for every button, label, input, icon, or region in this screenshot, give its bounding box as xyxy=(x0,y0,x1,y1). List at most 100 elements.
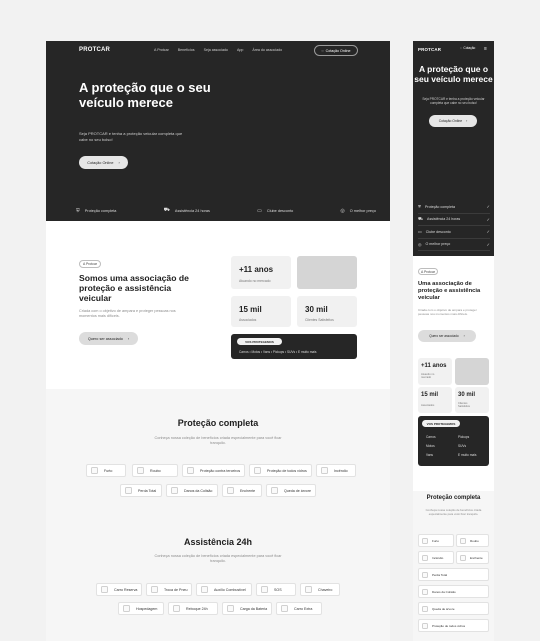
benefit-label: Proteção de todos vidros xyxy=(432,623,466,628)
assistance-chip[interactable]: SOS xyxy=(256,583,296,596)
assistance-chip[interactable]: Hospedagem xyxy=(118,602,164,615)
benefit-icon xyxy=(91,467,98,474)
hero-features: ⛨ Proteção completa ⛟ Assistência 24 horas… xyxy=(76,207,376,214)
benefit-chip[interactable]: Queda de árvore xyxy=(266,484,316,497)
nav-link-area-associado[interactable]: Área do associado xyxy=(252,48,282,52)
mobile-logo[interactable]: PROTCAR xyxy=(418,47,441,52)
check-icon: ✓ xyxy=(486,229,490,235)
benefit-chip[interactable]: Proteção de todos vidros xyxy=(249,464,312,477)
assistance-chip[interactable]: Carga da Bateria xyxy=(222,602,272,615)
mobile-hero-quote-label: Cotação Online xyxy=(438,119,463,123)
arrow-right-icon: › xyxy=(463,334,465,338)
nav-link-a-protcar[interactable]: A Protcar xyxy=(154,48,169,52)
assistance-icon xyxy=(261,586,268,593)
assistance-chip[interactable]: Chaveiro xyxy=(300,583,340,596)
benefit-chip[interactable]: Perda Total xyxy=(120,484,162,497)
benefit-icon xyxy=(422,554,428,561)
benefit-label: Danos da Colisão xyxy=(432,589,456,594)
quote-online-button[interactable]: ◌ Cotação Online xyxy=(314,45,358,56)
benefit-chip[interactable]: Danos da Colisão xyxy=(166,484,218,497)
mobile-benefit-chip[interactable]: Furto xyxy=(418,534,454,547)
hero-title: A proteção que o seu veículo merece xyxy=(79,80,211,110)
assistance-label: Carro Extra xyxy=(294,606,313,611)
mobile-hero-quote-button[interactable]: Cotação Online › xyxy=(429,115,477,127)
protect-items: Carros • Motos • Vans • Pickups • SUVs •… xyxy=(239,350,317,354)
menu-icon[interactable]: ≡ xyxy=(484,46,487,52)
mobile-quote-button[interactable]: ◌ Cotação xyxy=(460,46,475,50)
mobile-benefit-chip[interactable]: Incêndio xyxy=(418,551,454,564)
mobile-benefit-chip[interactable]: Proteção de todos vidros xyxy=(418,619,489,632)
benefit-chip[interactable]: Furto xyxy=(86,464,126,477)
mobile-feature-item: ⛨ Proteção completa ✓ xyxy=(418,201,490,214)
about-text: Criada com o objetivo de ampara e proteg… xyxy=(79,309,176,318)
benefit-icon xyxy=(460,554,466,561)
benefit-icon xyxy=(422,571,428,578)
assistance-icon xyxy=(101,586,108,593)
feature-label: Clube desconto xyxy=(266,208,294,213)
benefit-label: Roubo xyxy=(150,468,161,473)
stat-value: 15 mil xyxy=(239,305,262,314)
nav-link-app[interactable]: App xyxy=(237,48,243,52)
assistance-label: Auxílio Combustível xyxy=(214,587,246,592)
assistance-chip[interactable]: Carro Extra xyxy=(276,602,322,615)
nav-link-beneficios[interactable]: Benefícios xyxy=(178,48,195,52)
assistance-icon xyxy=(227,605,234,612)
benefit-chip[interactable]: Enchente xyxy=(222,484,262,497)
benefit-icon xyxy=(422,622,428,629)
mobile-benefit-chip[interactable]: Danos da Colisão xyxy=(418,585,489,598)
assistance-chip[interactable]: Reboque 24h xyxy=(168,602,218,615)
quote-online-label: Cotação Online xyxy=(325,48,351,53)
benefit-chip[interactable]: Roubo xyxy=(132,464,178,477)
assistance-chip[interactable]: Troca de Pneu xyxy=(146,583,192,596)
benefit-icon xyxy=(137,467,144,474)
mobile-benefit-chip[interactable]: Queda de árvore xyxy=(418,602,489,615)
hero-quote-button[interactable]: Cotação Online › xyxy=(79,156,128,169)
benefit-label: Danos da Colisão xyxy=(184,488,213,493)
shield-icon: ⛨ xyxy=(76,207,80,214)
mobile-frame: PROTCAR ◌ Cotação ≡ A proteção que o seu… xyxy=(413,41,494,641)
assistance-icon xyxy=(173,605,180,612)
assistance-icon xyxy=(305,586,312,593)
mobile-become-member-button[interactable]: Quero ser associado › xyxy=(418,330,476,342)
feature-item: ▭ Clube desconto xyxy=(257,207,293,214)
become-member-label: Quero ser associado xyxy=(87,336,123,341)
logo[interactable]: PROTCAR xyxy=(79,47,110,53)
assistance-chip[interactable]: Carro Reserva xyxy=(96,583,142,596)
mobile-feature-item: ▭ Clube desconto ✓ xyxy=(418,226,490,239)
assistance-icon xyxy=(123,605,130,612)
about-section: A Protcar Somos uma associação de proteç… xyxy=(46,221,390,389)
benefit-label: Furto xyxy=(432,538,440,543)
benefit-chip[interactable]: Incêndio xyxy=(316,464,356,477)
benefit-label: Enchente xyxy=(470,555,483,560)
assistance-chip[interactable]: Auxílio Combustível xyxy=(196,583,252,596)
protect-item: Vans xyxy=(426,453,434,457)
top-nav: PROTCAR A Protcar Benefícios Seja associ… xyxy=(46,41,390,61)
mobile-about-text: Criada com o objetivo de ampara e proteg… xyxy=(418,308,477,316)
benefit-icon xyxy=(171,487,178,494)
check-icon: ✓ xyxy=(486,216,490,222)
benefit-icon xyxy=(422,537,428,544)
protect-item: Pickups xyxy=(458,435,470,439)
nav-link-seja-associado[interactable]: Seja associado xyxy=(204,48,228,52)
benefit-label: Proteção contra terceiros xyxy=(200,468,241,473)
desktop-frame: PROTCAR A Protcar Benefícios Seja associ… xyxy=(46,41,390,641)
mobile-benefit-chip[interactable]: Roubo xyxy=(456,534,489,547)
mobile-protection-title: Proteção completa xyxy=(426,495,481,501)
stat-label: Associados xyxy=(421,404,435,407)
become-member-button[interactable]: Quero ser associado › xyxy=(79,332,138,345)
benefit-label: Enchente xyxy=(240,488,256,493)
assistance-icon xyxy=(151,586,158,593)
chat-icon: ◌ xyxy=(321,48,324,53)
benefit-label: Incêndio xyxy=(432,555,444,560)
mobile-benefit-chip[interactable]: Enchente xyxy=(456,551,489,564)
mobile-hero-subtitle: Seja PROTCAR e tenha a proteção veicular… xyxy=(422,97,485,106)
check-icon: ✓ xyxy=(486,204,490,210)
benefit-chip[interactable]: Proteção contra terceiros xyxy=(182,464,245,477)
mobile-benefit-chip[interactable]: Perda Total xyxy=(418,568,489,581)
benefit-label: Queda de árvore xyxy=(432,606,455,611)
protection-subtitle: Conheça nossa coleção de benefícios cria… xyxy=(154,436,282,446)
chat-icon: ◌ xyxy=(460,46,462,50)
hero-subtitle: Seja PROTCAR e tenha a proteção veicular… xyxy=(79,131,183,142)
assistance-icon xyxy=(281,605,288,612)
card-icon: ▭ xyxy=(257,207,262,214)
